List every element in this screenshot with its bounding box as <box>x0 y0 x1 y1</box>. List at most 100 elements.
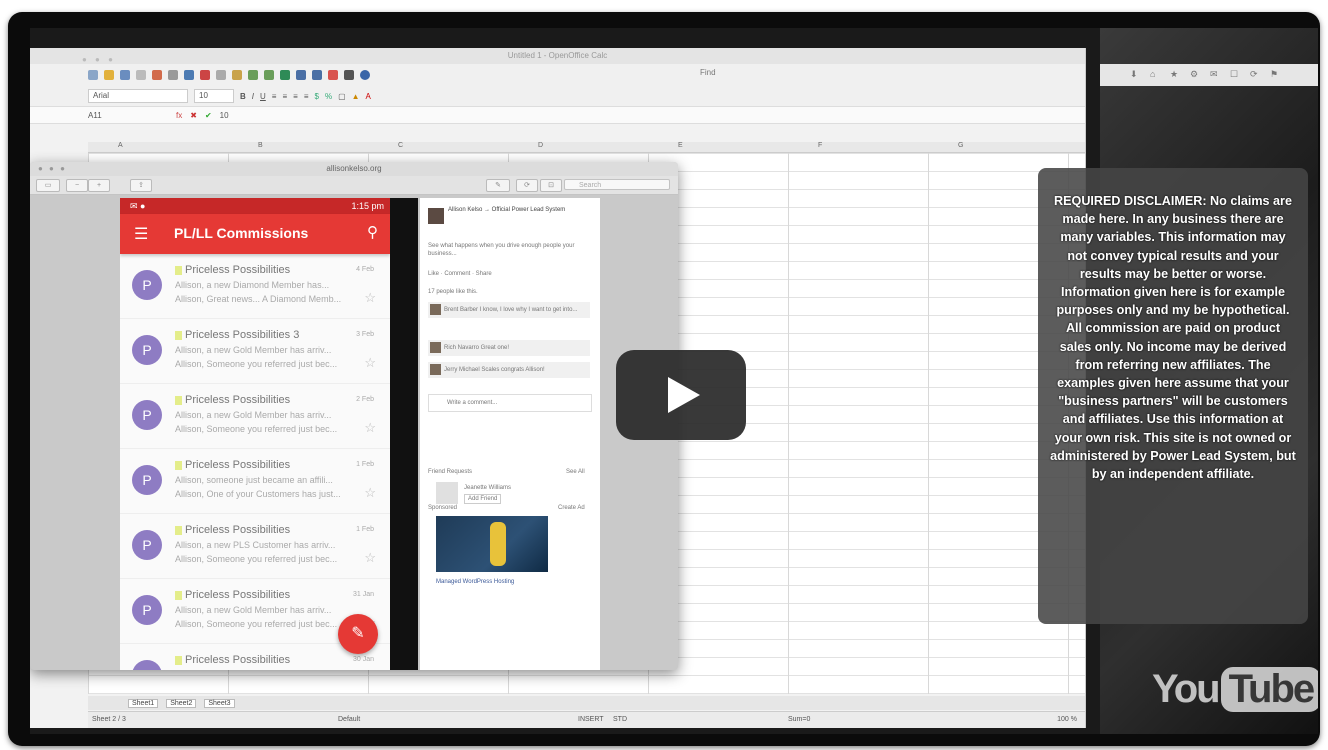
compose-button[interactable]: ✎ <box>338 614 378 654</box>
zoom-in-button[interactable]: + <box>88 179 110 192</box>
new-icon[interactable] <box>88 70 98 80</box>
column-header[interactable]: B <box>258 142 263 149</box>
window-controls[interactable]: ● ● ● <box>38 162 67 176</box>
add-friend-button[interactable]: Add Friend <box>464 494 502 504</box>
email-sender: Priceless Possibilities <box>175 589 290 601</box>
help-icon[interactable] <box>360 70 370 80</box>
ad-mascot-image <box>490 522 506 566</box>
email-item[interactable]: P Priceless Possibilities 4 Feb Allison,… <box>120 254 390 319</box>
sheet-tab[interactable]: Sheet3 <box>204 698 235 708</box>
zoom-out-button[interactable]: − <box>66 179 88 192</box>
sheet-tab[interactable]: Sheet1 <box>128 698 159 708</box>
sort-ascending-icon[interactable] <box>296 70 306 80</box>
star-icon[interactable]: ☆ <box>364 355 376 371</box>
italic-icon[interactable]: I <box>252 92 254 101</box>
undo-icon[interactable] <box>248 70 258 80</box>
view-button[interactable]: ▭ <box>36 179 60 192</box>
youtube-logo-tube: Tube <box>1220 666 1318 712</box>
comment-input[interactable]: Write a comment... <box>428 394 592 412</box>
star-icon[interactable]: ☆ <box>364 290 376 306</box>
function-wizard-icon[interactable]: fx <box>176 111 182 120</box>
name-box[interactable]: A11 <box>88 111 168 120</box>
ad-title[interactable]: Managed WordPress Hosting <box>436 578 514 586</box>
font-name-select[interactable]: Arial <box>88 89 188 103</box>
formatting-toolbar: Arial 10 BIU ≡ ≡ ≡ ≡ $% ▢ ▲ A <box>30 86 1085 106</box>
share-button[interactable]: ⇪ <box>130 179 152 192</box>
status-sheet: Sheet 2 / 3 <box>92 716 126 723</box>
column-header[interactable]: E <box>678 142 683 149</box>
borders-icon[interactable]: ▢ <box>338 92 346 101</box>
column-header[interactable]: A <box>118 142 123 149</box>
email-icon[interactable] <box>136 70 146 80</box>
rotate-button[interactable]: ⟳ <box>516 179 538 192</box>
justify-icon[interactable]: ≡ <box>304 92 309 101</box>
email-sender: Priceless Possibilities 3 <box>175 329 299 341</box>
post-author[interactable]: Allison Kelso → Official Power Lead Syst… <box>448 206 588 214</box>
create-ad-link[interactable]: Create Ad <box>558 504 585 512</box>
email-date: 3 Feb <box>356 331 374 338</box>
email-item[interactable]: P Priceless Possibilities 1 Feb Allison,… <box>120 449 390 514</box>
spellcheck-icon[interactable] <box>184 70 194 80</box>
accept-icon[interactable]: ✔ <box>205 111 212 120</box>
email-item[interactable]: P Priceless Possibilities 1 Feb Allison,… <box>120 514 390 579</box>
avatar: P <box>132 530 162 560</box>
pdf-icon[interactable] <box>152 70 162 80</box>
avatar: P <box>132 400 162 430</box>
align-center-icon[interactable]: ≡ <box>282 92 287 101</box>
spreadsheet-title: Untitled 1 - OpenOffice Calc <box>507 51 608 60</box>
paste-icon[interactable] <box>232 70 242 80</box>
emulator-titlebar: ● ● ● allisonkelso.org <box>30 162 678 176</box>
hyperlink-icon[interactable] <box>280 70 290 80</box>
video-player[interactable]: ⬇ ⌂ ★ ⚙ ✉ ☐ ⟳ ⚑ ● ● ● Untitled 1 - OpenOffice C… <box>30 28 1318 734</box>
column-header[interactable]: G <box>958 142 963 149</box>
email-item[interactable]: P Priceless Possibilities 3 3 Feb Alliso… <box>120 319 390 384</box>
star-icon[interactable]: ☆ <box>364 420 376 436</box>
avatar: P <box>132 660 162 670</box>
open-icon[interactable] <box>104 70 114 80</box>
search-icon[interactable]: ⚲ <box>367 223 378 241</box>
cut-icon[interactable] <box>200 70 210 80</box>
ad-image[interactable] <box>436 516 548 572</box>
find-label[interactable]: Find <box>700 68 716 77</box>
edit-button[interactable]: ✎ <box>486 179 510 192</box>
youtube-logo[interactable]: You Tube <box>1152 658 1318 720</box>
align-left-icon[interactable]: ≡ <box>272 92 277 101</box>
redo-icon[interactable] <box>264 70 274 80</box>
sort-descending-icon[interactable] <box>312 70 322 80</box>
underline-icon[interactable]: U <box>260 92 266 101</box>
star-icon[interactable]: ☆ <box>364 550 376 566</box>
align-right-icon[interactable]: ≡ <box>293 92 298 101</box>
post-actions[interactable]: Like · Comment · Share <box>428 270 492 278</box>
emulator-search-input[interactable]: Search <box>564 179 670 190</box>
column-header[interactable]: F <box>818 142 822 149</box>
post-likes[interactable]: 17 people like this. <box>428 288 478 296</box>
draw-icon[interactable] <box>344 70 354 80</box>
copy-icon[interactable] <box>216 70 226 80</box>
font-size-select[interactable]: 10 <box>194 89 234 103</box>
standard-toolbar <box>30 64 1085 86</box>
print-icon[interactable] <box>168 70 178 80</box>
font-color-icon[interactable]: A <box>366 92 371 101</box>
friend-name[interactable]: Jeanette Williams <box>464 484 511 492</box>
column-header[interactable]: D <box>538 142 543 149</box>
currency-icon[interactable]: $ <box>314 92 318 101</box>
status-zoom[interactable]: 100 % <box>1057 716 1077 723</box>
percent-icon[interactable]: % <box>325 92 332 101</box>
cancel-icon[interactable]: ✖ <box>190 111 197 120</box>
spreadsheet-titlebar: ● ● ● Untitled 1 - OpenOffice Calc <box>30 48 1085 64</box>
video-frame: ⬇ ⌂ ★ ⚙ ✉ ☐ ⟳ ⚑ ● ● ● Untitled 1 - OpenOffice C… <box>8 12 1320 746</box>
email-item[interactable]: P Priceless Possibilities 2 Feb Allison,… <box>120 384 390 449</box>
background-color-icon[interactable]: ▲ <box>352 92 360 101</box>
column-header[interactable]: C <box>398 142 403 149</box>
lock-button[interactable]: ⊡ <box>540 179 562 192</box>
save-icon[interactable] <box>120 70 130 80</box>
menu-icon[interactable]: ☰ <box>134 224 148 244</box>
bold-icon[interactable]: B <box>240 92 246 101</box>
window-controls[interactable]: ● ● ● <box>82 52 116 68</box>
formula-input[interactable]: 10 <box>220 111 229 120</box>
see-all-link[interactable]: See All <box>566 468 585 476</box>
star-icon[interactable]: ☆ <box>364 485 376 501</box>
sheet-tab[interactable]: Sheet2 <box>166 698 197 708</box>
chart-icon[interactable] <box>328 70 338 80</box>
play-button[interactable] <box>616 350 746 440</box>
